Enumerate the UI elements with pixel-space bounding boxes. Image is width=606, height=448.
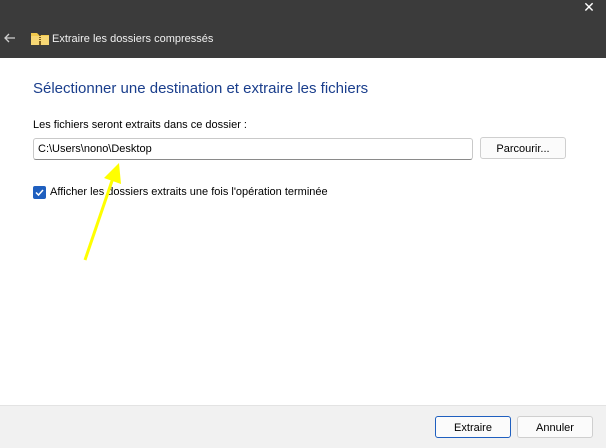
close-icon[interactable]: ✕ bbox=[580, 0, 598, 18]
back-arrow-icon[interactable] bbox=[3, 31, 17, 45]
window-title: Extraire les dossiers compressés bbox=[52, 33, 214, 45]
show-folders-checkbox[interactable] bbox=[33, 186, 46, 199]
footer-bar: Extraire Annuler bbox=[0, 405, 606, 448]
zip-folder-icon bbox=[31, 33, 49, 45]
browse-button[interactable]: Parcourir... bbox=[480, 137, 566, 159]
page-title: Sélectionner une destination et extraire… bbox=[33, 80, 369, 97]
title-bar: ✕ Extraire les dossiers compressés bbox=[0, 0, 606, 58]
extract-button[interactable]: Extraire bbox=[435, 416, 511, 438]
checkmark-icon bbox=[35, 189, 44, 197]
show-folders-label[interactable]: Afficher les dossiers extraits une fois … bbox=[50, 186, 328, 198]
cancel-button[interactable]: Annuler bbox=[517, 416, 593, 438]
dialog-content: Sélectionner une destination et extraire… bbox=[0, 58, 606, 405]
destination-path-input[interactable] bbox=[33, 138, 473, 160]
destination-label: Les fichiers seront extraits dans ce dos… bbox=[33, 119, 247, 131]
